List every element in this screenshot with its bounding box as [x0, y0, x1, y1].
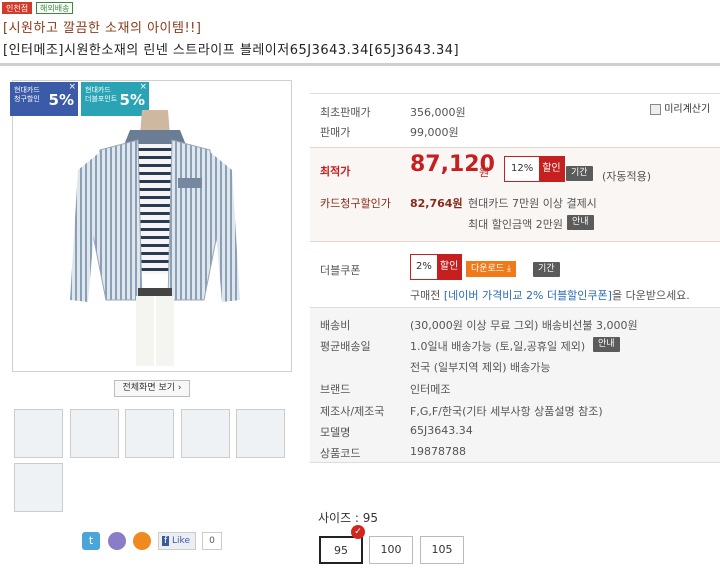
coupon-note-prefix: 구매전: [410, 289, 441, 302]
product-title: [인터메조]시원한소재의 린넨 스트라이프 블레이저65J3643.34[65J…: [3, 43, 460, 58]
promo-text: [시원하고 깔끔한 소재의 아이템!!]: [3, 21, 202, 36]
delivery-info-button[interactable]: 안내: [593, 337, 620, 352]
coupon-note-suffix: 을 다운받으세요.: [611, 289, 690, 302]
maker-value: F,G,F/한국(기타 세부사항 상품설명 참조): [410, 405, 603, 418]
maker-label: 제조사/제조국: [320, 405, 385, 418]
selected-check-icon: ✓: [351, 525, 365, 539]
double-coupon-label: 더블쿠폰: [320, 264, 361, 277]
like-count: 0: [202, 532, 222, 550]
overseas-badge: 해외배송: [36, 2, 74, 14]
facebook-icon: f: [162, 536, 170, 546]
best-price-label: 최적가: [320, 165, 351, 178]
close-icon[interactable]: ×: [139, 82, 147, 92]
facebook-like-button[interactable]: f Like: [158, 532, 196, 550]
like-label: Like: [172, 536, 190, 546]
product-image[interactable]: [60, 100, 250, 368]
yozm-icon[interactable]: [133, 532, 151, 550]
download-label: 다운로드: [471, 264, 505, 274]
size-option-105[interactable]: 105: [420, 536, 464, 564]
original-price-label: 최초판매가: [320, 106, 371, 119]
coupon-note-link[interactable]: [네이버 가격비교 2% 더블할인쿠폰]: [444, 289, 612, 302]
card-discount-label: 카드청구할인가: [320, 197, 391, 210]
price-calculator-button[interactable]: 미리계산기: [650, 100, 710, 115]
card-discount-max: 최대 할인금액 2만원: [468, 218, 563, 231]
title-divider: [0, 63, 720, 66]
double-coupon-discount-tag: 2% 할인: [410, 254, 463, 280]
coupon-label: 할인: [436, 255, 462, 279]
price-calculator-label: 미리계산기: [664, 104, 711, 115]
me2day-icon[interactable]: [108, 532, 126, 550]
fullscreen-button[interactable]: 전체화면 보기 ›: [114, 380, 190, 397]
model-label: 모델명: [320, 426, 351, 439]
size-option-100[interactable]: 100: [369, 536, 413, 564]
best-price-period-button[interactable]: 기간: [566, 166, 593, 181]
card-badge-text: 현대카드 청구할인: [14, 86, 40, 103]
sale-price-value: 99,000원: [410, 126, 459, 139]
shipping-value: (30,000원 이상 무료 그외) 배송비선불 3,000원: [410, 319, 638, 332]
card-discount-desc: 현대카드 7만원 이상 결제시: [468, 197, 597, 210]
size-option-95[interactable]: 95: [319, 536, 363, 564]
thumbnail-3[interactable]: [125, 409, 174, 458]
best-price-unit: 원: [479, 166, 490, 179]
avg-delivery-value: 1.0일내 배송가능 (토,일,공휴일 제외): [410, 340, 586, 353]
calculator-icon: [650, 103, 661, 115]
thumbnail-6[interactable]: [14, 463, 63, 512]
size-option-label: 100: [380, 543, 402, 556]
auto-apply-note: (자동적용): [602, 170, 652, 183]
original-price-value: 356,000원: [410, 106, 466, 119]
avg-delivery-label: 평균배송일: [320, 340, 371, 353]
brand-label: 브랜드: [320, 383, 351, 396]
download-icon: ⤓: [507, 264, 511, 274]
thumbnail-5[interactable]: [236, 409, 285, 458]
coupon-period-button[interactable]: 기간: [533, 262, 560, 277]
size-label: 사이즈 : 95: [318, 511, 379, 525]
model-value: 65J3643.34: [410, 424, 473, 437]
right-divider-top: [310, 93, 720, 94]
card-discount-value: 82,764원: [410, 197, 463, 210]
discount-percent: 12%: [511, 163, 534, 174]
product-code-label: 상품코드: [320, 447, 361, 460]
shipping-label: 배송비: [320, 319, 351, 332]
coupon-note: 구매전 [네이버 가격비교 2% 더블할인쿠폰]을 다운받으세요.: [410, 287, 690, 303]
coupon-download-button[interactable]: 다운로드 ⤓: [466, 261, 516, 277]
sale-price-label: 판매가: [320, 126, 351, 139]
thumbnail-4[interactable]: [181, 409, 230, 458]
best-price-discount-tag: 12% 할인: [504, 156, 565, 182]
delivery-coverage: 전국 (일부지역 제외) 배송가능: [410, 361, 551, 374]
coupon-percent: 2%: [416, 261, 432, 272]
size-option-label: 105: [431, 543, 453, 556]
store-badge: 인천점: [2, 2, 33, 14]
thumbnail-1[interactable]: [14, 409, 63, 458]
twitter-icon[interactable]: t: [82, 532, 100, 550]
brand-value: 인터메조: [410, 383, 451, 396]
thumbnail-2[interactable]: [70, 409, 119, 458]
size-option-label: 95: [334, 544, 348, 557]
product-code-value: 19878788: [410, 445, 466, 458]
close-icon[interactable]: ×: [68, 82, 76, 92]
card-discount-info-button[interactable]: 안내: [567, 215, 594, 230]
discount-label: 할인: [539, 157, 564, 181]
